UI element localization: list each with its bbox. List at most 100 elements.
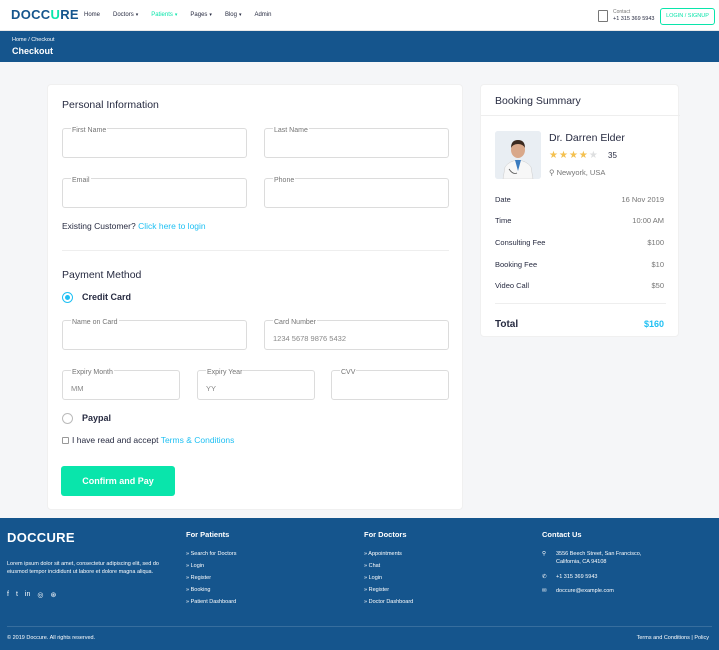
footer-link-label: Register [368,587,390,593]
footer-link[interactable]: » Patient Dashboard [186,599,236,605]
total-value: $160 [643,319,664,329]
rating-count: 35 [608,151,617,160]
chevron-down-icon: ▾ [209,12,212,18]
payment-method-title: Payment Method [62,269,142,281]
footer-link[interactable]: » Register [186,575,211,581]
footer-email[interactable]: doccure@example.com [556,587,614,595]
footer-link[interactable]: » Login [186,563,204,569]
envelope-icon: ✉ [542,588,547,594]
nav-doctors[interactable]: Doctors ▾ [113,12,138,18]
confirm-and-pay-button[interactable]: Confirm and Pay [61,466,175,496]
dribbble-icon[interactable]: ⊛ [50,591,56,599]
field-label: Last Name [273,127,309,134]
name-on-card-field[interactable]: Name on Card [62,319,247,350]
nav-admin[interactable]: Admin [254,12,271,18]
terms-checkbox[interactable] [62,437,69,444]
map-marker-icon: ⚲ [549,168,555,177]
first-name-field[interactable]: First Name [62,127,247,158]
copyright: © 2019 Doccure. All rights reserved. [7,635,96,641]
field-label: Card Number [273,319,318,326]
summary-row-value: 16 Nov 2019 [621,195,664,204]
linkedin-icon[interactable]: in [25,591,30,599]
booking-summary-card: Booking Summary Dr. Darren Elder ★★★★★ 3… [480,84,680,337]
expiry-year-field[interactable]: Expiry Year YY [197,369,315,400]
header-contact: Contact +1 315 369 5943 [598,9,654,23]
doctor-avatar[interactable] [495,131,541,179]
paypal-radio[interactable] [62,413,73,424]
policy-link[interactable]: Policy [694,635,709,641]
site-footer: DOCCURE Lorem ipsum dolor sit amet, cons… [0,518,719,650]
footer-link-label: Patient Dashboard [190,599,237,605]
footer-link[interactable]: » Booking [186,587,210,593]
footer-legal: Terms and Conditions | Policy [636,635,709,641]
summary-row-value: $50 [651,281,664,290]
field-label: Email [71,177,91,184]
footer-logo[interactable]: DOCCURE [7,530,75,545]
footer-link-label: Login [368,575,383,581]
logo-tail: RE [60,7,79,22]
last-name-field[interactable]: Last Name [264,127,449,158]
login-signup-button[interactable]: LOGIN / SIGNUP [660,8,715,25]
footer-link[interactable]: » Login [364,575,382,581]
rating-stars: ★★★★★ [549,150,599,161]
summary-row-label: Date [495,195,511,204]
cvv-field[interactable]: CVV [331,369,449,400]
terms-link[interactable]: Terms and Conditions [637,635,690,641]
star-icon: ★ [558,150,569,161]
field-label: Name on Card [71,319,119,326]
footer-contact-title: Contact Us [542,530,582,539]
star-icon: ★ [549,150,559,161]
paypal-label: Paypal [82,413,112,423]
field-label: Expiry Year [206,369,244,376]
summary-row-value: $10 [651,260,664,269]
chevron-down-icon: ▾ [238,12,242,18]
summary-row-label: Video Call [495,281,530,290]
nav-label: Home [84,12,101,18]
footer-divider [7,626,712,627]
existing-customer: Existing Customer? Click here to login [62,221,206,231]
nav-home[interactable]: Home [84,12,100,18]
footer-link[interactable]: » Search for Doctors [186,551,236,557]
summary-row-label: Consulting Fee [495,238,546,247]
phone-field[interactable]: Phone [264,177,449,208]
footer-address: 3556 Beech Street, San Francisco, Califor… [556,550,641,566]
footer-link-label: Chat [368,563,381,569]
divider [62,250,449,251]
footer-link[interactable]: » Doctor Dashboard [364,599,413,605]
summary-row-value: $100 [647,238,664,247]
expiry-month-field[interactable]: Expiry Month MM [62,369,180,400]
card-number-field[interactable]: Card Number 1234 5678 9876 5432 [264,319,449,350]
nav-patients[interactable]: Patients ▾ [151,12,177,18]
field-label: CVV [340,369,357,376]
credit-card-radio[interactable] [62,292,73,303]
star-icon: ★ [568,150,579,161]
breadcrumb[interactable]: Home / Checkout [12,37,55,43]
chevron-down-icon: ▾ [135,12,139,18]
summary-header: Booking Summary [481,85,680,116]
footer-link[interactable]: » Appointments [364,551,402,557]
credit-card-label: Credit Card [82,292,132,302]
footer-link-label: Appointments [368,551,402,557]
instagram-icon[interactable]: ◎ [37,591,43,599]
doctor-location: ⚲ Newyork, USA [549,168,605,177]
site-logo[interactable]: DOCCURE [11,7,79,22]
chevron-down-icon: ▾ [174,12,178,18]
expiry-year-placeholder: YY [206,384,217,393]
twitter-icon[interactable]: t [16,591,18,599]
card-number-placeholder: 1234 5678 9876 5432 [273,334,346,343]
nav-label: Pages [190,12,208,18]
doctor-name[interactable]: Dr. Darren Elder [549,132,625,144]
footer-link[interactable]: » Chat [364,563,380,569]
address-line: California, CA 94108 [556,559,607,565]
total-label: Total [495,319,519,330]
hospital-icon [598,10,608,22]
footer-link[interactable]: » Register [364,587,389,593]
nav-pages[interactable]: Pages ▾ [190,12,212,18]
summary-row-value: 10:00 AM [632,216,664,225]
terms-link[interactable]: Terms & Conditions [161,435,235,445]
login-link[interactable]: Click here to login [138,221,206,231]
email-field[interactable]: Email [62,177,247,208]
field-label: Expiry Month [71,369,114,376]
nav-blog[interactable]: Blog ▾ [225,12,242,18]
facebook-icon[interactable]: f [7,591,9,599]
